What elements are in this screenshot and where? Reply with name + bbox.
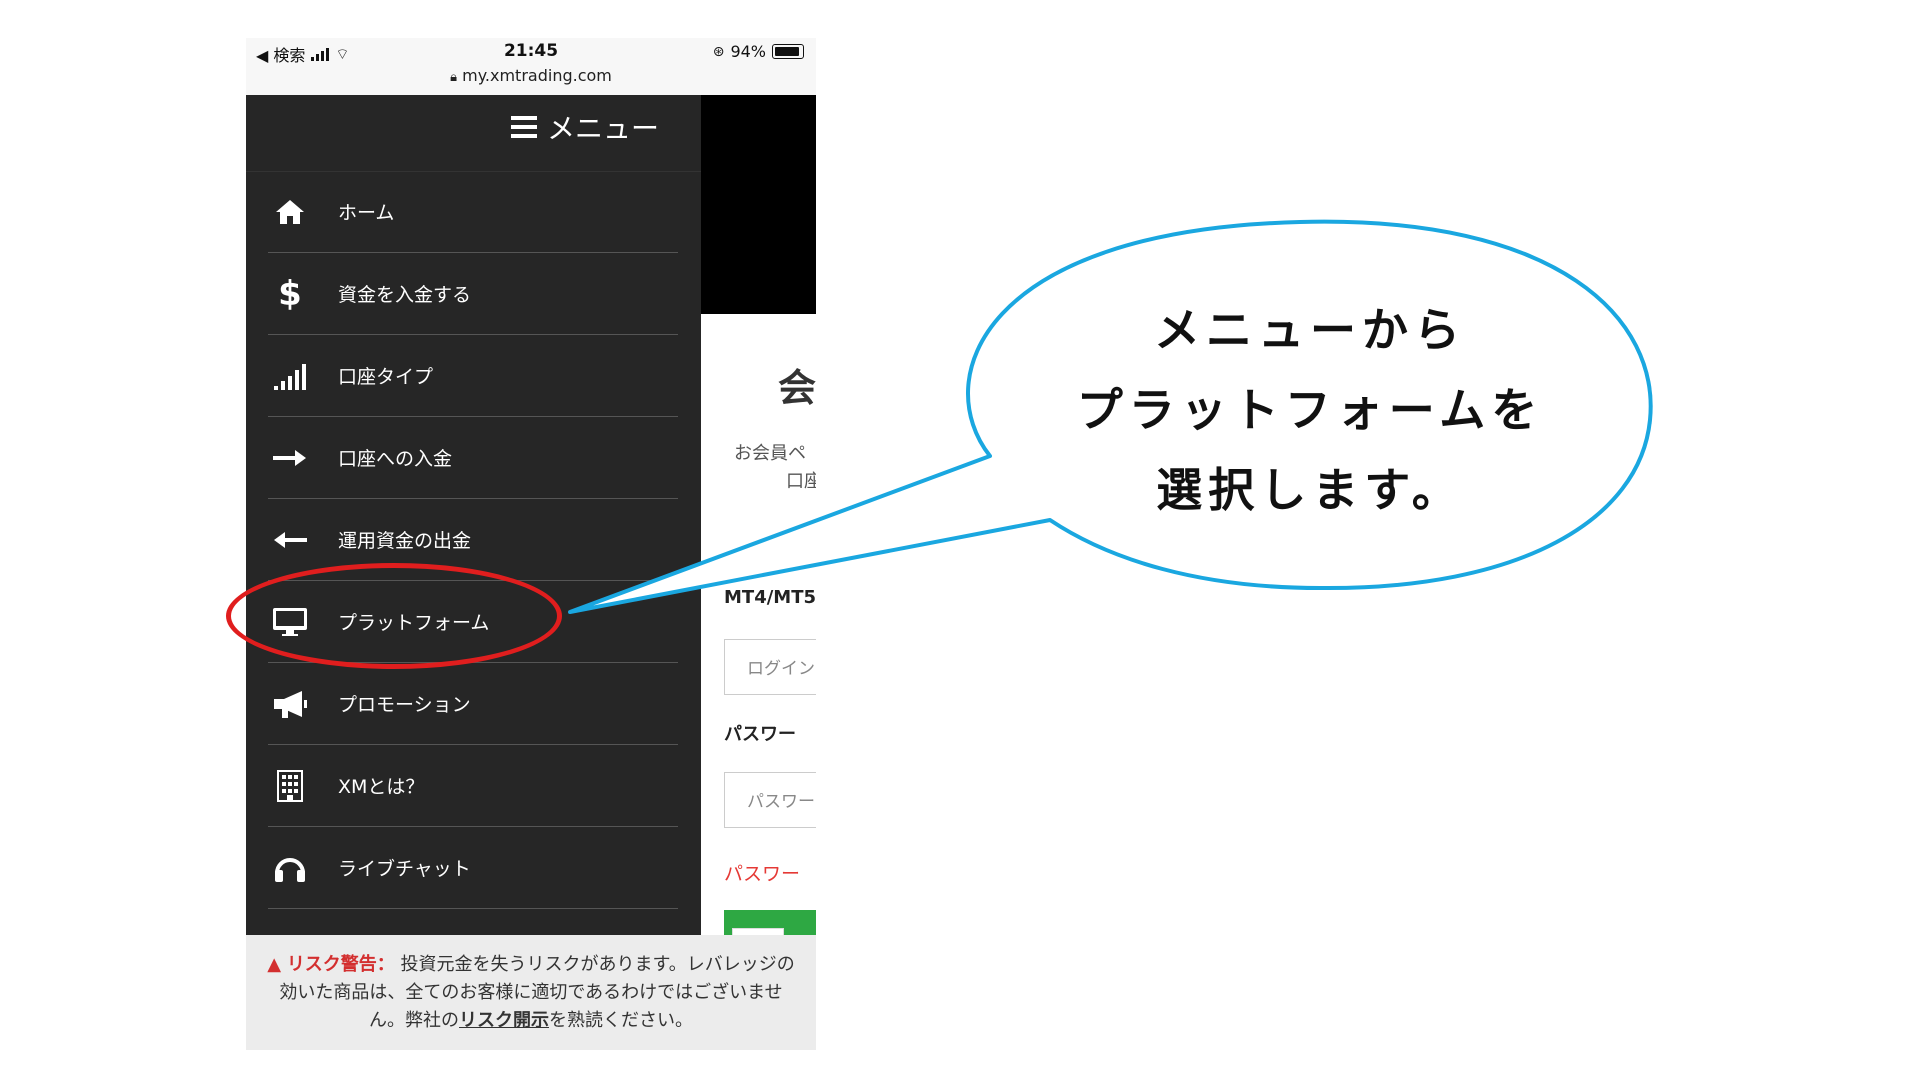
annotation-line-2: プラットフォームを (1076, 383, 1544, 437)
speech-bubble (568, 219, 1653, 614)
annotation-line-1: メニューから (1154, 303, 1466, 357)
annotation-text: メニューから プラットフォームを 選択します。 (1040, 290, 1580, 530)
annotation-line-3: 選択します。 (1156, 463, 1464, 517)
